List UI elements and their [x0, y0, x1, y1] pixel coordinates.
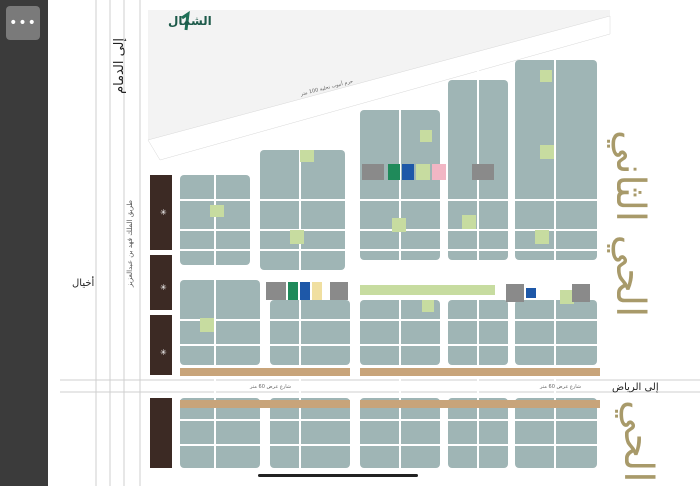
district-other-label: الحي [615, 400, 661, 483]
left-toolbar: ••• [0, 0, 48, 486]
menu-button[interactable]: ••• [6, 6, 40, 40]
street-label-2: شارع عرض 60 متر [540, 384, 581, 390]
svg-text:✳: ✳ [160, 283, 167, 292]
street-label-1: شارع عرض 60 متر [250, 384, 291, 390]
to-riyadh-label: إلى الرياض [612, 382, 659, 393]
district-plan-map: ✳ ✳ ✳ [48, 0, 700, 486]
north-label: الشمال [168, 14, 212, 28]
to-dammam-label: إلى الدمام [112, 38, 127, 94]
district-second-label: الحي الثاني [607, 130, 653, 318]
svg-text:✳: ✳ [160, 348, 167, 357]
ellipsis-icon: ••• [9, 15, 37, 31]
scroll-handle[interactable] [258, 474, 418, 477]
king-road-label: طريق الملك فهد بن عبدالعزيز [126, 200, 134, 288]
svg-text:✳: ✳ [160, 208, 167, 217]
akhyal-label: أخيال [72, 278, 95, 289]
